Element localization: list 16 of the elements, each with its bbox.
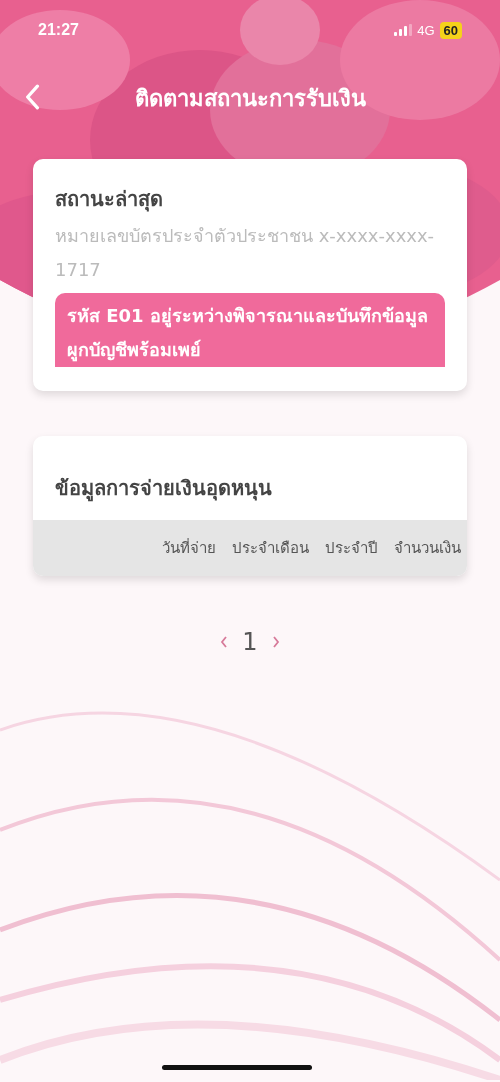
network-label: 4G: [417, 22, 435, 38]
column-header: ประจำเดือน: [232, 538, 309, 559]
page-title: ติดตามสถานะการรับเงิน: [134, 84, 366, 113]
card-title: สถานะล่าสุด: [55, 186, 164, 214]
status-time: 21:27: [38, 21, 79, 39]
back-button[interactable]: [24, 84, 40, 113]
status-message: รหัส E01 อยู่ระหว่างพิจารณาและบันทึกข้อมูล ผูกบัญชีพร้อมเพย์: [55, 293, 445, 367]
card-title: ข้อมูลการจ่ายเงินอุดหนุน: [54, 475, 273, 504]
column-header: จำนวนเงิน: [394, 538, 461, 559]
column-header: วันที่จ่าย: [162, 537, 216, 559]
previous-page-button[interactable]: [220, 636, 229, 648]
column-header: ประจำปี: [325, 538, 378, 559]
next-page-button[interactable]: [271, 636, 280, 648]
signal-icon: [394, 24, 413, 36]
page-number[interactable]: 1: [242, 628, 258, 656]
id-number-text: หมายเลขบัตรประจำตัวประชาชน x-xxxx-xxxx-1717: [55, 224, 436, 282]
